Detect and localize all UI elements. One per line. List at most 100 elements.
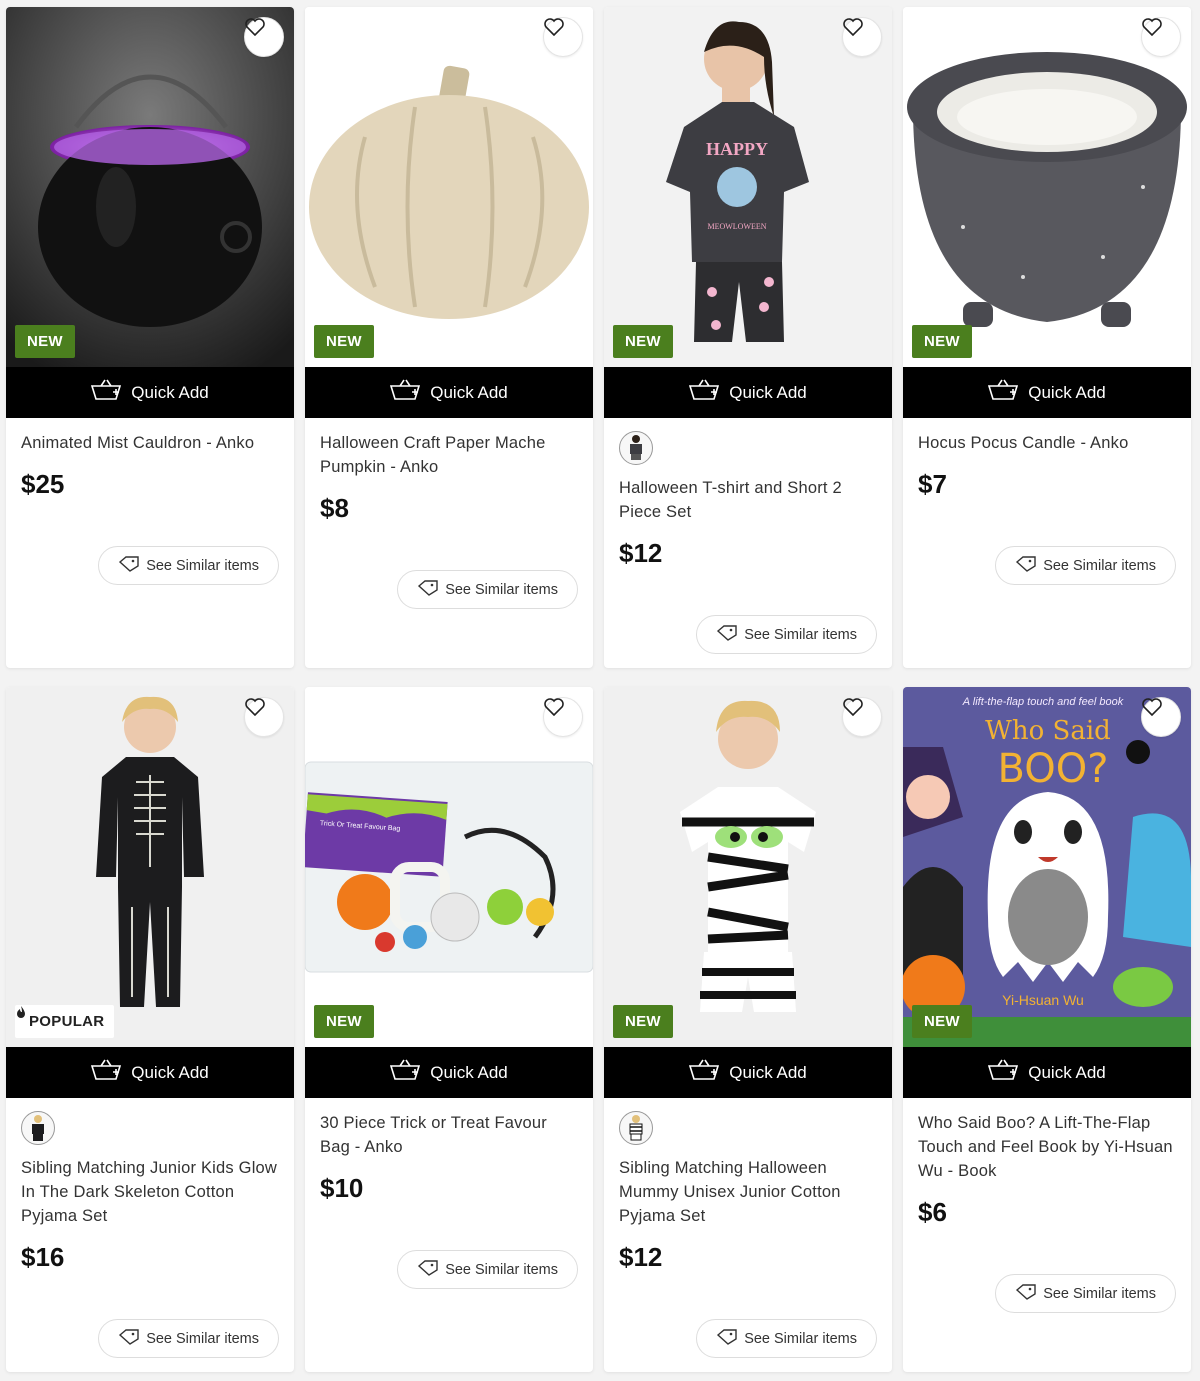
- popular-badge-label: POPULAR: [29, 1013, 105, 1030]
- quick-add-button[interactable]: Quick Add: [604, 1047, 892, 1098]
- quick-add-label: Quick Add: [1028, 1062, 1106, 1082]
- wishlist-heart-button[interactable]: [1141, 17, 1181, 57]
- product-title[interactable]: Who Said Boo? A Lift-The-Flap Touch and …: [918, 1111, 1176, 1183]
- see-similar-button[interactable]: See Similar items: [397, 570, 578, 609]
- tag-icon: [417, 1259, 439, 1280]
- wishlist-heart-button[interactable]: [842, 697, 882, 737]
- product-price: $25: [21, 469, 65, 499]
- basket-icon: [91, 379, 122, 406]
- shirt-print-text: HAPPY: [706, 139, 768, 159]
- product-title[interactable]: Halloween T-shirt and Short 2 Piece Set: [619, 476, 877, 524]
- product-card[interactable]: NEW Quick Add Hocus Pocus Candle - Anko …: [903, 7, 1191, 668]
- new-badge: NEW: [314, 325, 374, 358]
- see-similar-button[interactable]: See Similar items: [98, 546, 279, 585]
- quick-add-button[interactable]: Quick Add: [903, 367, 1191, 418]
- basket-icon: [91, 1059, 122, 1086]
- wishlist-heart-button[interactable]: [1141, 697, 1181, 737]
- tag-icon: [118, 1328, 140, 1349]
- product-card[interactable]: Trick Or Treat Favour Bag NEW Quick Add …: [305, 687, 593, 1372]
- product-title[interactable]: Sibling Matching Halloween Mummy Unisex …: [619, 1156, 877, 1228]
- see-similar-label: See Similar items: [445, 1261, 558, 1278]
- popular-badge: POPULAR: [15, 1005, 115, 1038]
- see-similar-button[interactable]: See Similar items: [397, 1250, 578, 1289]
- see-similar-button[interactable]: See Similar items: [98, 1319, 279, 1358]
- quick-add-label: Quick Add: [131, 1062, 209, 1082]
- quick-add-label: Quick Add: [729, 382, 807, 402]
- product-price: $7: [918, 469, 947, 499]
- product-price: $12: [619, 1242, 663, 1272]
- product-price: $16: [21, 1242, 65, 1272]
- product-card[interactable]: HAPPY MEOWLOWEEN NEW Quick Add Halloween…: [604, 7, 892, 668]
- shirt-print-subtext: MEOWLOWEEN: [707, 222, 766, 231]
- basket-icon: [390, 379, 421, 406]
- see-similar-button[interactable]: See Similar items: [696, 1319, 877, 1358]
- quick-add-button[interactable]: Quick Add: [305, 367, 593, 418]
- product-image-favour-bag[interactable]: Trick Or Treat Favour Bag NEW: [305, 687, 593, 1047]
- see-similar-label: See Similar items: [146, 1330, 259, 1347]
- new-badge: NEW: [314, 1005, 374, 1038]
- tag-icon: [417, 579, 439, 600]
- tag-icon: [716, 1328, 738, 1349]
- book-title-line-1: Who Said: [985, 716, 1111, 746]
- product-title[interactable]: Animated Mist Cauldron - Anko: [21, 431, 279, 455]
- quick-add-button[interactable]: Quick Add: [305, 1047, 593, 1098]
- basket-icon: [689, 379, 720, 406]
- product-image-cauldron-candle[interactable]: NEW: [903, 7, 1191, 367]
- book-title-line-2: BOO?: [998, 746, 1109, 792]
- tag-icon: [1015, 1283, 1037, 1304]
- basket-icon: [988, 379, 1019, 406]
- product-card[interactable]: NEW Quick Add Sibling Matching Halloween…: [604, 687, 892, 1372]
- new-badge: NEW: [912, 1005, 972, 1038]
- wishlist-heart-button[interactable]: [543, 697, 583, 737]
- product-card[interactable]: NEW Quick Add Animated Mist Cauldron - A…: [6, 7, 294, 668]
- product-card[interactable]: NEW Quick Add Halloween Craft Paper Mach…: [305, 7, 593, 668]
- product-image-pumpkin[interactable]: NEW: [305, 7, 593, 367]
- new-badge: NEW: [613, 325, 673, 358]
- basket-icon: [988, 1059, 1019, 1086]
- product-image-skeleton-pyjamas[interactable]: POPULAR: [6, 687, 294, 1047]
- product-price: $12: [619, 538, 663, 568]
- see-similar-label: See Similar items: [146, 557, 259, 574]
- quick-add-label: Quick Add: [729, 1062, 807, 1082]
- wishlist-heart-button[interactable]: [244, 17, 284, 57]
- product-title[interactable]: Halloween Craft Paper Mache Pumpkin - An…: [320, 431, 578, 479]
- color-swatch[interactable]: [619, 431, 653, 465]
- new-badge: NEW: [912, 325, 972, 358]
- see-similar-button[interactable]: See Similar items: [995, 546, 1176, 585]
- basket-icon: [390, 1059, 421, 1086]
- product-title[interactable]: 30 Piece Trick or Treat Favour Bag - Ank…: [320, 1111, 578, 1159]
- quick-add-button[interactable]: Quick Add: [903, 1047, 1191, 1098]
- product-price: $6: [918, 1197, 947, 1227]
- see-similar-label: See Similar items: [445, 581, 558, 598]
- see-similar-button[interactable]: See Similar items: [696, 615, 877, 654]
- product-card[interactable]: A lift-the-flap touch and feel book Who …: [903, 687, 1191, 1372]
- wishlist-heart-button[interactable]: [244, 697, 284, 737]
- quick-add-label: Quick Add: [430, 1062, 508, 1082]
- product-price: $10: [320, 1173, 364, 1203]
- color-swatch[interactable]: [619, 1111, 653, 1145]
- quick-add-button[interactable]: Quick Add: [6, 1047, 294, 1098]
- quick-add-label: Quick Add: [1028, 382, 1106, 402]
- see-similar-button[interactable]: See Similar items: [995, 1274, 1176, 1313]
- wishlist-heart-button[interactable]: [842, 17, 882, 57]
- quick-add-button[interactable]: Quick Add: [604, 367, 892, 418]
- see-similar-label: See Similar items: [1043, 1285, 1156, 1302]
- product-image-book-cover[interactable]: A lift-the-flap touch and feel book Who …: [903, 687, 1191, 1047]
- new-badge: NEW: [613, 1005, 673, 1038]
- product-card[interactable]: POPULAR Quick Add Sibling Matching Junio…: [6, 687, 294, 1372]
- product-image-cauldron[interactable]: NEW: [6, 7, 294, 367]
- new-badge: NEW: [15, 325, 75, 358]
- quick-add-button[interactable]: Quick Add: [6, 367, 294, 418]
- product-title[interactable]: Sibling Matching Junior Kids Glow In The…: [21, 1156, 279, 1228]
- product-title[interactable]: Hocus Pocus Candle - Anko: [918, 431, 1176, 455]
- product-image-mummy-pyjamas[interactable]: NEW: [604, 687, 892, 1047]
- see-similar-label: See Similar items: [744, 626, 857, 643]
- see-similar-label: See Similar items: [744, 1330, 857, 1347]
- color-swatch[interactable]: [21, 1111, 55, 1145]
- tag-icon: [118, 555, 140, 576]
- wishlist-heart-button[interactable]: [543, 17, 583, 57]
- product-image-girl-happy-meowloween-set[interactable]: HAPPY MEOWLOWEEN NEW: [604, 7, 892, 367]
- quick-add-label: Quick Add: [430, 382, 508, 402]
- basket-icon: [689, 1059, 720, 1086]
- see-similar-label: See Similar items: [1043, 557, 1156, 574]
